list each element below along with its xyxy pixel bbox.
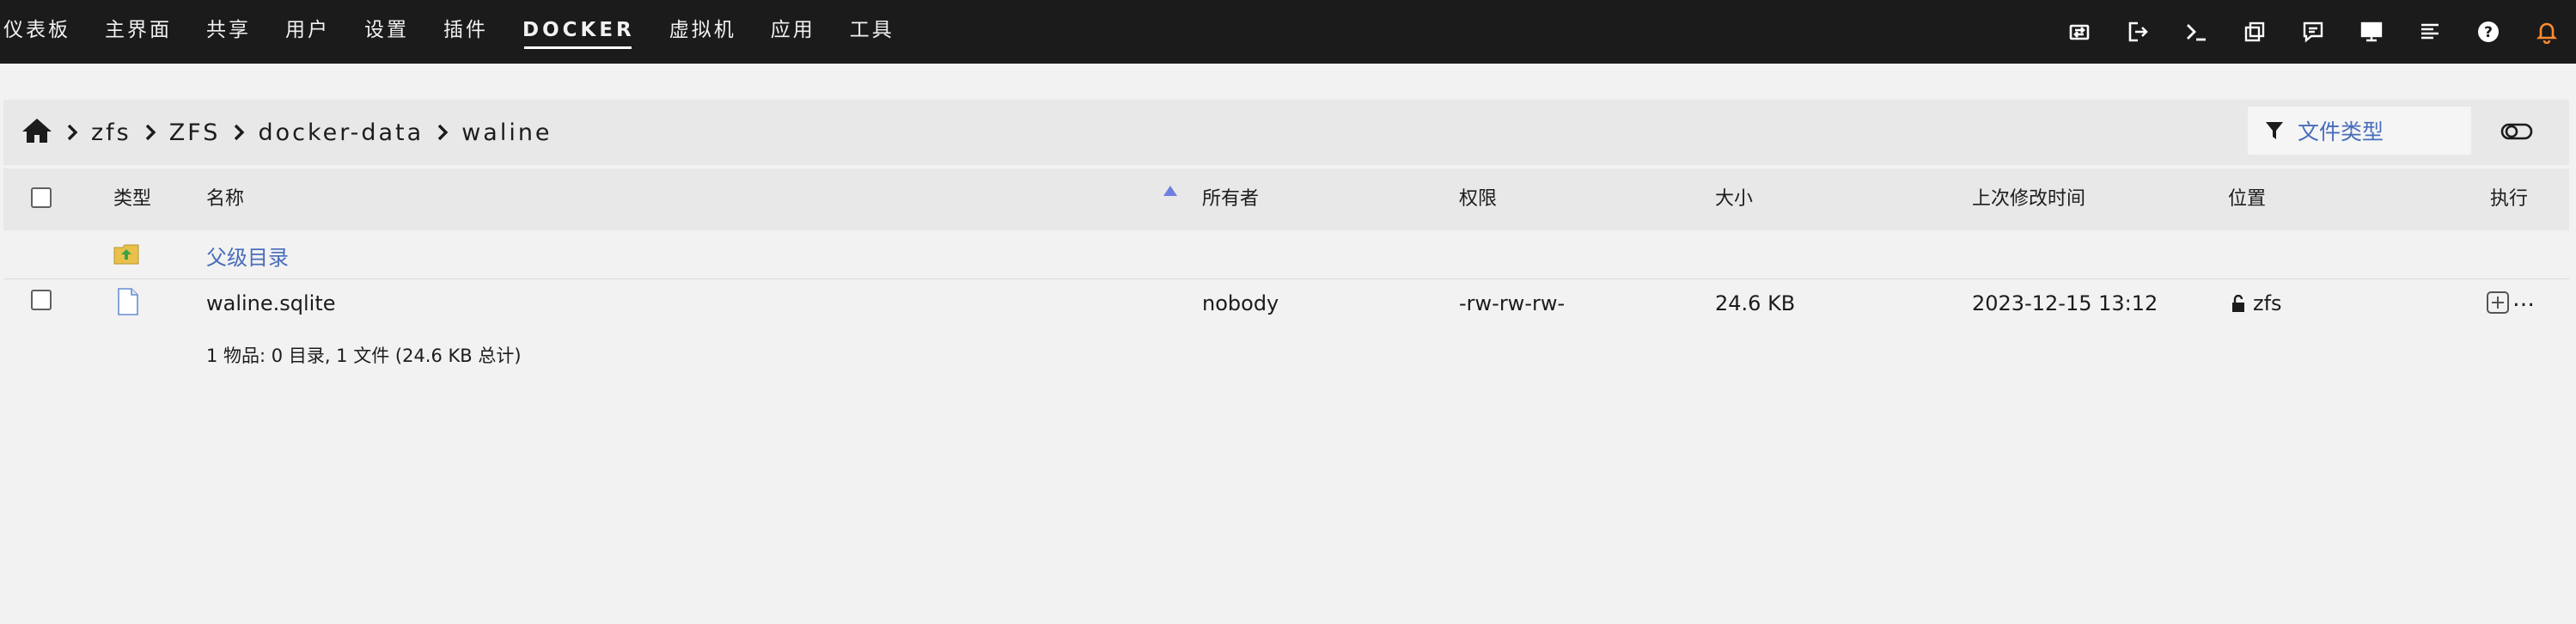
filter-icon bbox=[2266, 122, 2283, 139]
nav-main[interactable]: 主界面 bbox=[105, 0, 172, 64]
nav-docker[interactable]: DOCKER bbox=[522, 0, 635, 64]
breadcrumb-bar: zfs ZFS docker-data waline 文件类型 bbox=[3, 100, 2569, 165]
column-owner[interactable]: 所有者 bbox=[1202, 168, 1259, 230]
table-row: waline.sqlite nobody -rw-rw-rw- 24.6 KB … bbox=[3, 278, 2569, 329]
chevron-right-icon bbox=[436, 124, 449, 141]
column-name[interactable]: 名称 bbox=[206, 168, 244, 230]
help-icon[interactable]: ? bbox=[2459, 0, 2518, 64]
nav-users[interactable]: 用户 bbox=[285, 0, 330, 64]
column-action: 执行 bbox=[2490, 188, 2529, 210]
feedback-icon[interactable] bbox=[2284, 0, 2342, 64]
unlock-icon bbox=[2232, 295, 2244, 312]
terminal-icon[interactable] bbox=[2167, 0, 2225, 64]
bell-icon[interactable] bbox=[2518, 0, 2576, 64]
breadcrumb: zfs ZFS docker-data waline bbox=[21, 100, 552, 165]
summary-text: 1 物品: 0 目录, 1 文件 (24.6 KB 总计) bbox=[206, 346, 522, 366]
svg-text:?: ? bbox=[2484, 24, 2493, 41]
breadcrumb-item-ZFS[interactable]: ZFS bbox=[169, 119, 221, 146]
file-size: 24.6 KB bbox=[1715, 291, 1796, 315]
row-checkbox[interactable] bbox=[31, 290, 52, 310]
nav-shares[interactable]: 共享 bbox=[206, 0, 251, 64]
nav-vms[interactable]: 虚拟机 bbox=[669, 0, 736, 64]
column-type[interactable]: 类型 bbox=[113, 168, 151, 230]
top-navigation-bar: 仪表板 主界面 共享 用户 设置 插件 DOCKER 虚拟机 应用 工具 ? bbox=[0, 0, 2576, 64]
filter-placeholder: 文件类型 bbox=[2298, 119, 2384, 144]
nav-dashboard[interactable]: 仪表板 bbox=[3, 0, 70, 64]
monitor-icon[interactable] bbox=[2342, 0, 2401, 64]
view-toggle-icon[interactable] bbox=[2500, 119, 2535, 144]
column-size[interactable]: 大小 bbox=[1715, 168, 1753, 230]
file-permissions: -rw-rw-rw- bbox=[1459, 291, 1566, 315]
home-icon[interactable] bbox=[21, 117, 53, 148]
expand-icon[interactable] bbox=[2485, 290, 2511, 315]
file-location: zfs bbox=[2253, 291, 2282, 315]
file-owner: nobody bbox=[1202, 291, 1279, 315]
chevron-right-icon bbox=[143, 124, 157, 141]
chevron-right-icon bbox=[65, 124, 79, 141]
file-type-filter-input[interactable]: 文件类型 bbox=[2248, 107, 2471, 155]
file-table-header: 类型 名称 所有者 权限 大小 上次修改时间 位置 执行 bbox=[3, 168, 2569, 230]
logout-icon[interactable] bbox=[2109, 0, 2167, 64]
file-name[interactable]: waline.sqlite bbox=[206, 291, 336, 315]
log-icon[interactable] bbox=[2401, 0, 2459, 64]
nav-apps[interactable]: 应用 bbox=[771, 0, 815, 64]
select-all-checkbox[interactable] bbox=[31, 187, 52, 208]
chevron-right-icon bbox=[232, 124, 246, 141]
parent-directory-row[interactable]: 父级目录 bbox=[3, 230, 2569, 278]
transfer-icon[interactable] bbox=[2050, 0, 2109, 64]
folder-up-icon bbox=[113, 244, 139, 265]
nav-tools[interactable]: 工具 bbox=[850, 0, 894, 64]
copy-icon[interactable] bbox=[2225, 0, 2284, 64]
parent-directory-link[interactable]: 父级目录 bbox=[206, 241, 289, 271]
column-permissions[interactable]: 权限 bbox=[1459, 168, 1497, 230]
main-nav: 仪表板 主界面 共享 用户 设置 插件 DOCKER 虚拟机 应用 工具 bbox=[0, 0, 929, 64]
more-actions-icon[interactable]: … bbox=[2512, 286, 2535, 312]
column-modified[interactable]: 上次修改时间 bbox=[1972, 168, 2085, 230]
nav-settings[interactable]: 设置 bbox=[364, 0, 409, 64]
file-icon bbox=[118, 288, 138, 315]
sort-ascending-icon bbox=[1163, 186, 1177, 196]
breadcrumb-item-zfs[interactable]: zfs bbox=[91, 119, 131, 146]
breadcrumb-item-docker-data[interactable]: docker-data bbox=[258, 119, 424, 146]
breadcrumb-item-waline[interactable]: waline bbox=[461, 119, 552, 146]
nav-plugins[interactable]: 插件 bbox=[443, 0, 488, 64]
file-modified: 2023-12-15 13:12 bbox=[1972, 291, 2158, 315]
column-location[interactable]: 位置 bbox=[2228, 168, 2266, 230]
header-toolbar: ? bbox=[2050, 0, 2576, 64]
